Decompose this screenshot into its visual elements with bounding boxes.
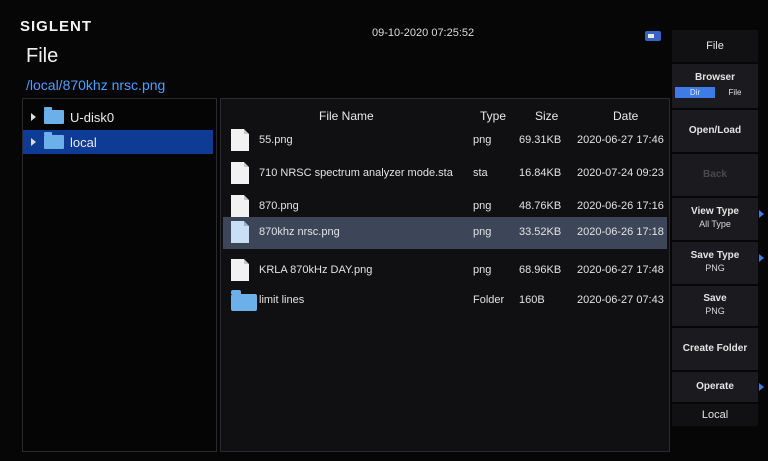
column-header-name[interactable]: File Name — [319, 109, 374, 123]
back-button[interactable]: Back — [672, 154, 758, 197]
file-name: limit lines — [259, 294, 305, 306]
create-folder-button[interactable]: Create Folder — [672, 328, 758, 371]
column-header-size[interactable]: Size — [535, 109, 558, 123]
file-type: png — [473, 200, 492, 212]
file-icon — [231, 195, 249, 217]
file-name: KRLA 870kHz DAY.png — [259, 264, 373, 276]
file-icon — [231, 129, 249, 151]
expand-arrow-icon[interactable] — [31, 113, 36, 121]
current-path: /local/870khz nrsc.png — [26, 77, 166, 93]
folder-icon — [44, 132, 64, 149]
file-date: 2020-07-24 09:23 — [577, 167, 664, 179]
page-title: File — [26, 45, 59, 67]
open-load-button[interactable]: Open/Load — [672, 110, 758, 153]
file-type: Folder — [473, 294, 505, 306]
file-type: png — [473, 226, 492, 238]
file-icon — [231, 221, 249, 243]
file-date: 2020-06-26 17:16 — [577, 200, 664, 212]
file-row[interactable]: 55.png png 69.31KB 2020-06-27 17:46 — [223, 125, 667, 157]
file-date: 2020-06-27 17:48 — [577, 264, 664, 276]
file-type: png — [473, 134, 492, 146]
browser-softkey[interactable]: Browser Dir File — [672, 64, 758, 109]
file-type: sta — [473, 167, 488, 179]
column-header-date[interactable]: Date — [613, 109, 638, 123]
file-row[interactable]: KRLA 870kHz DAY.png png 68.96KB 2020-06-… — [223, 255, 667, 287]
file-size: 33.52KB — [519, 226, 562, 238]
datetime: 09-10-2020 07:25:52 — [372, 27, 475, 39]
menu-title: File — [672, 30, 758, 63]
file-row-selected[interactable]: 870khz nrsc.png png 33.52KB 2020-06-26 1… — [223, 217, 667, 249]
file-list: File Name Type Size Date 55.png png 69.3… — [220, 98, 670, 452]
file-row[interactable]: limit lines Folder 160B 2020-06-27 07:43 — [223, 285, 667, 317]
browser-file-option[interactable]: File — [715, 87, 755, 98]
expand-arrow-icon[interactable] — [31, 138, 36, 146]
file-date: 2020-06-27 17:46 — [577, 134, 664, 146]
folder-icon — [44, 107, 64, 124]
brand-logo: SIGLENT — [20, 18, 93, 35]
tree-item-local[interactable]: local — [23, 130, 213, 154]
folder-icon — [231, 290, 257, 311]
submenu-arrow-icon — [759, 383, 764, 391]
softkey-menu: File Browser Dir File Open/Load Back Vie… — [672, 30, 764, 461]
file-row[interactable]: 710 NRSC spectrum analyzer mode.sta sta … — [223, 158, 667, 190]
tree-item-label: U-disk0 — [70, 109, 115, 125]
file-name: 55.png — [259, 134, 293, 146]
file-size: 69.31KB — [519, 134, 562, 146]
file-size: 48.76KB — [519, 200, 562, 212]
browser-dir-option[interactable]: Dir — [675, 87, 715, 98]
file-size: 16.84KB — [519, 167, 562, 179]
file-type: png — [473, 264, 492, 276]
save-button[interactable]: Save PNG — [672, 286, 758, 327]
browser-label: Browser — [694, 72, 735, 83]
local-status: Local — [672, 404, 758, 427]
submenu-arrow-icon — [759, 210, 764, 218]
file-date: 2020-06-27 07:43 — [577, 294, 664, 306]
tree-item-u-disk0[interactable]: U-disk0 — [23, 105, 213, 129]
submenu-arrow-icon — [759, 254, 764, 262]
file-icon — [231, 259, 249, 281]
file-name: 710 NRSC spectrum analyzer mode.sta — [259, 167, 453, 179]
column-header-type[interactable]: Type — [480, 109, 506, 123]
file-name: 870khz nrsc.png — [259, 226, 340, 238]
file-size: 68.96KB — [519, 264, 562, 276]
tree-item-label: local — [70, 134, 97, 150]
file-date: 2020-06-26 17:18 — [577, 226, 664, 238]
directory-tree: U-disk0 local — [22, 98, 217, 452]
operate-softkey[interactable]: Operate — [672, 372, 764, 403]
file-icon — [231, 162, 249, 184]
usb-icon — [645, 31, 661, 41]
save-type-softkey[interactable]: Save Type PNG — [672, 242, 764, 285]
file-size: 160B — [519, 294, 545, 306]
view-type-softkey[interactable]: View Type All Type — [672, 198, 764, 241]
file-name: 870.png — [259, 200, 299, 212]
